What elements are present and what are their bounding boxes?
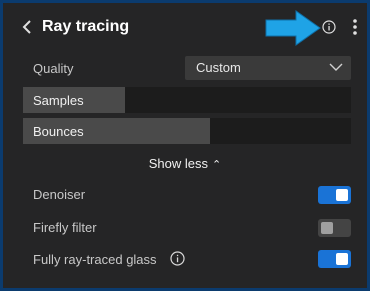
quality-value: Custom (196, 60, 241, 75)
bounces-label: Bounces (33, 124, 84, 139)
samples-label: Samples (33, 93, 84, 108)
ray-traced-glass-label: Fully ray-traced glass (33, 252, 157, 267)
annotation-arrow-icon (265, 10, 321, 46)
show-less-label: Show less (148, 156, 209, 171)
toggle-knob (321, 222, 333, 234)
denoiser-label: Denoiser (33, 187, 86, 202)
samples-slider[interactable]: Samples (23, 87, 351, 113)
panel-header: Ray tracing (6, 6, 370, 50)
show-less-button[interactable]: Show less ⌃ (0, 156, 370, 171)
chevron-left-icon[interactable] (20, 18, 34, 36)
firefly-filter-label: Firefly filter (33, 220, 97, 235)
firefly-filter-toggle[interactable] (318, 219, 351, 237)
denoiser-toggle[interactable] (318, 186, 351, 204)
toggle-knob (336, 253, 348, 265)
bounces-slider[interactable]: Bounces (23, 118, 351, 144)
ray-traced-glass-toggle[interactable] (318, 250, 351, 268)
toggle-knob (336, 189, 348, 201)
kebab-menu-icon[interactable] (352, 18, 358, 36)
quality-label: Quality (33, 61, 74, 76)
chevron-up-icon: ⌃ (212, 159, 222, 171)
page-title: Ray tracing (42, 18, 130, 35)
chevron-down-icon (329, 63, 343, 71)
ray-tracing-panel: Ray tracing (0, 0, 370, 291)
quality-dropdown[interactable]: Custom (185, 56, 351, 80)
info-icon[interactable] (322, 20, 336, 34)
info-icon[interactable] (170, 251, 185, 266)
